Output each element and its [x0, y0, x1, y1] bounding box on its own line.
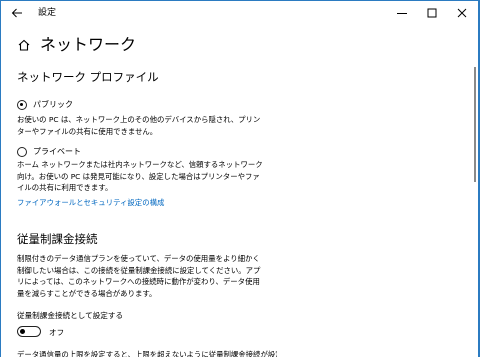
settings-window: 設定 ネットワーク ネットワーク プロファイル パブリック お使いの PC は、…	[1, 1, 478, 357]
title-bar: 設定	[1, 1, 478, 25]
network-profile-heading: ネットワーク プロファイル	[17, 70, 159, 84]
page-title: ネットワーク	[40, 35, 137, 54]
minimize-button[interactable]	[387, 1, 417, 25]
private-description: ホーム ネットワークまたは社内ネットワークなど、信頼するネットワーク向け。お使い…	[17, 160, 263, 192]
metered-toggle[interactable]	[17, 326, 41, 337]
scrollbar-thumb[interactable]	[474, 67, 476, 182]
public-description: お使いの PC は、ネットワーク上のその他のデバイスから隠され、プリンターやファ…	[17, 115, 261, 136]
maximize-icon	[427, 8, 437, 18]
radio-private[interactable]	[17, 147, 27, 157]
firewall-settings-link[interactable]: ファイアウォールとセキュリティ設定の構成	[17, 197, 164, 208]
back-arrow-icon	[11, 8, 22, 18]
settings-content: ネットワーク ネットワーク プロファイル パブリック お使いの PC は、ネット…	[1, 25, 471, 357]
close-button[interactable]	[447, 1, 477, 25]
app-title: 設定	[38, 8, 57, 18]
close-icon	[457, 8, 467, 18]
maximize-button[interactable]	[417, 1, 447, 25]
radio-public[interactable]	[17, 100, 27, 110]
minimize-icon	[397, 13, 407, 14]
metered-toggle-label: 従量制課金接続として設定する	[17, 311, 124, 320]
back-button[interactable]	[9, 5, 25, 21]
home-icon	[18, 39, 30, 51]
data-limit-description: データ通信量の上限を設定すると、上限を超えないように従量制課金接続が設定	[17, 350, 277, 357]
toggle-knob	[20, 328, 25, 334]
radio-private-label[interactable]: プライベート	[33, 146, 81, 157]
metered-description: 制限付きのデータ通信プランを使っていて、データの使用量をより細かく制御したい場合…	[17, 254, 261, 298]
metered-toggle-state: オフ	[49, 328, 65, 337]
metered-connection-heading: 従量制課金接続	[17, 232, 98, 246]
radio-public-label[interactable]: パブリック	[33, 99, 73, 110]
